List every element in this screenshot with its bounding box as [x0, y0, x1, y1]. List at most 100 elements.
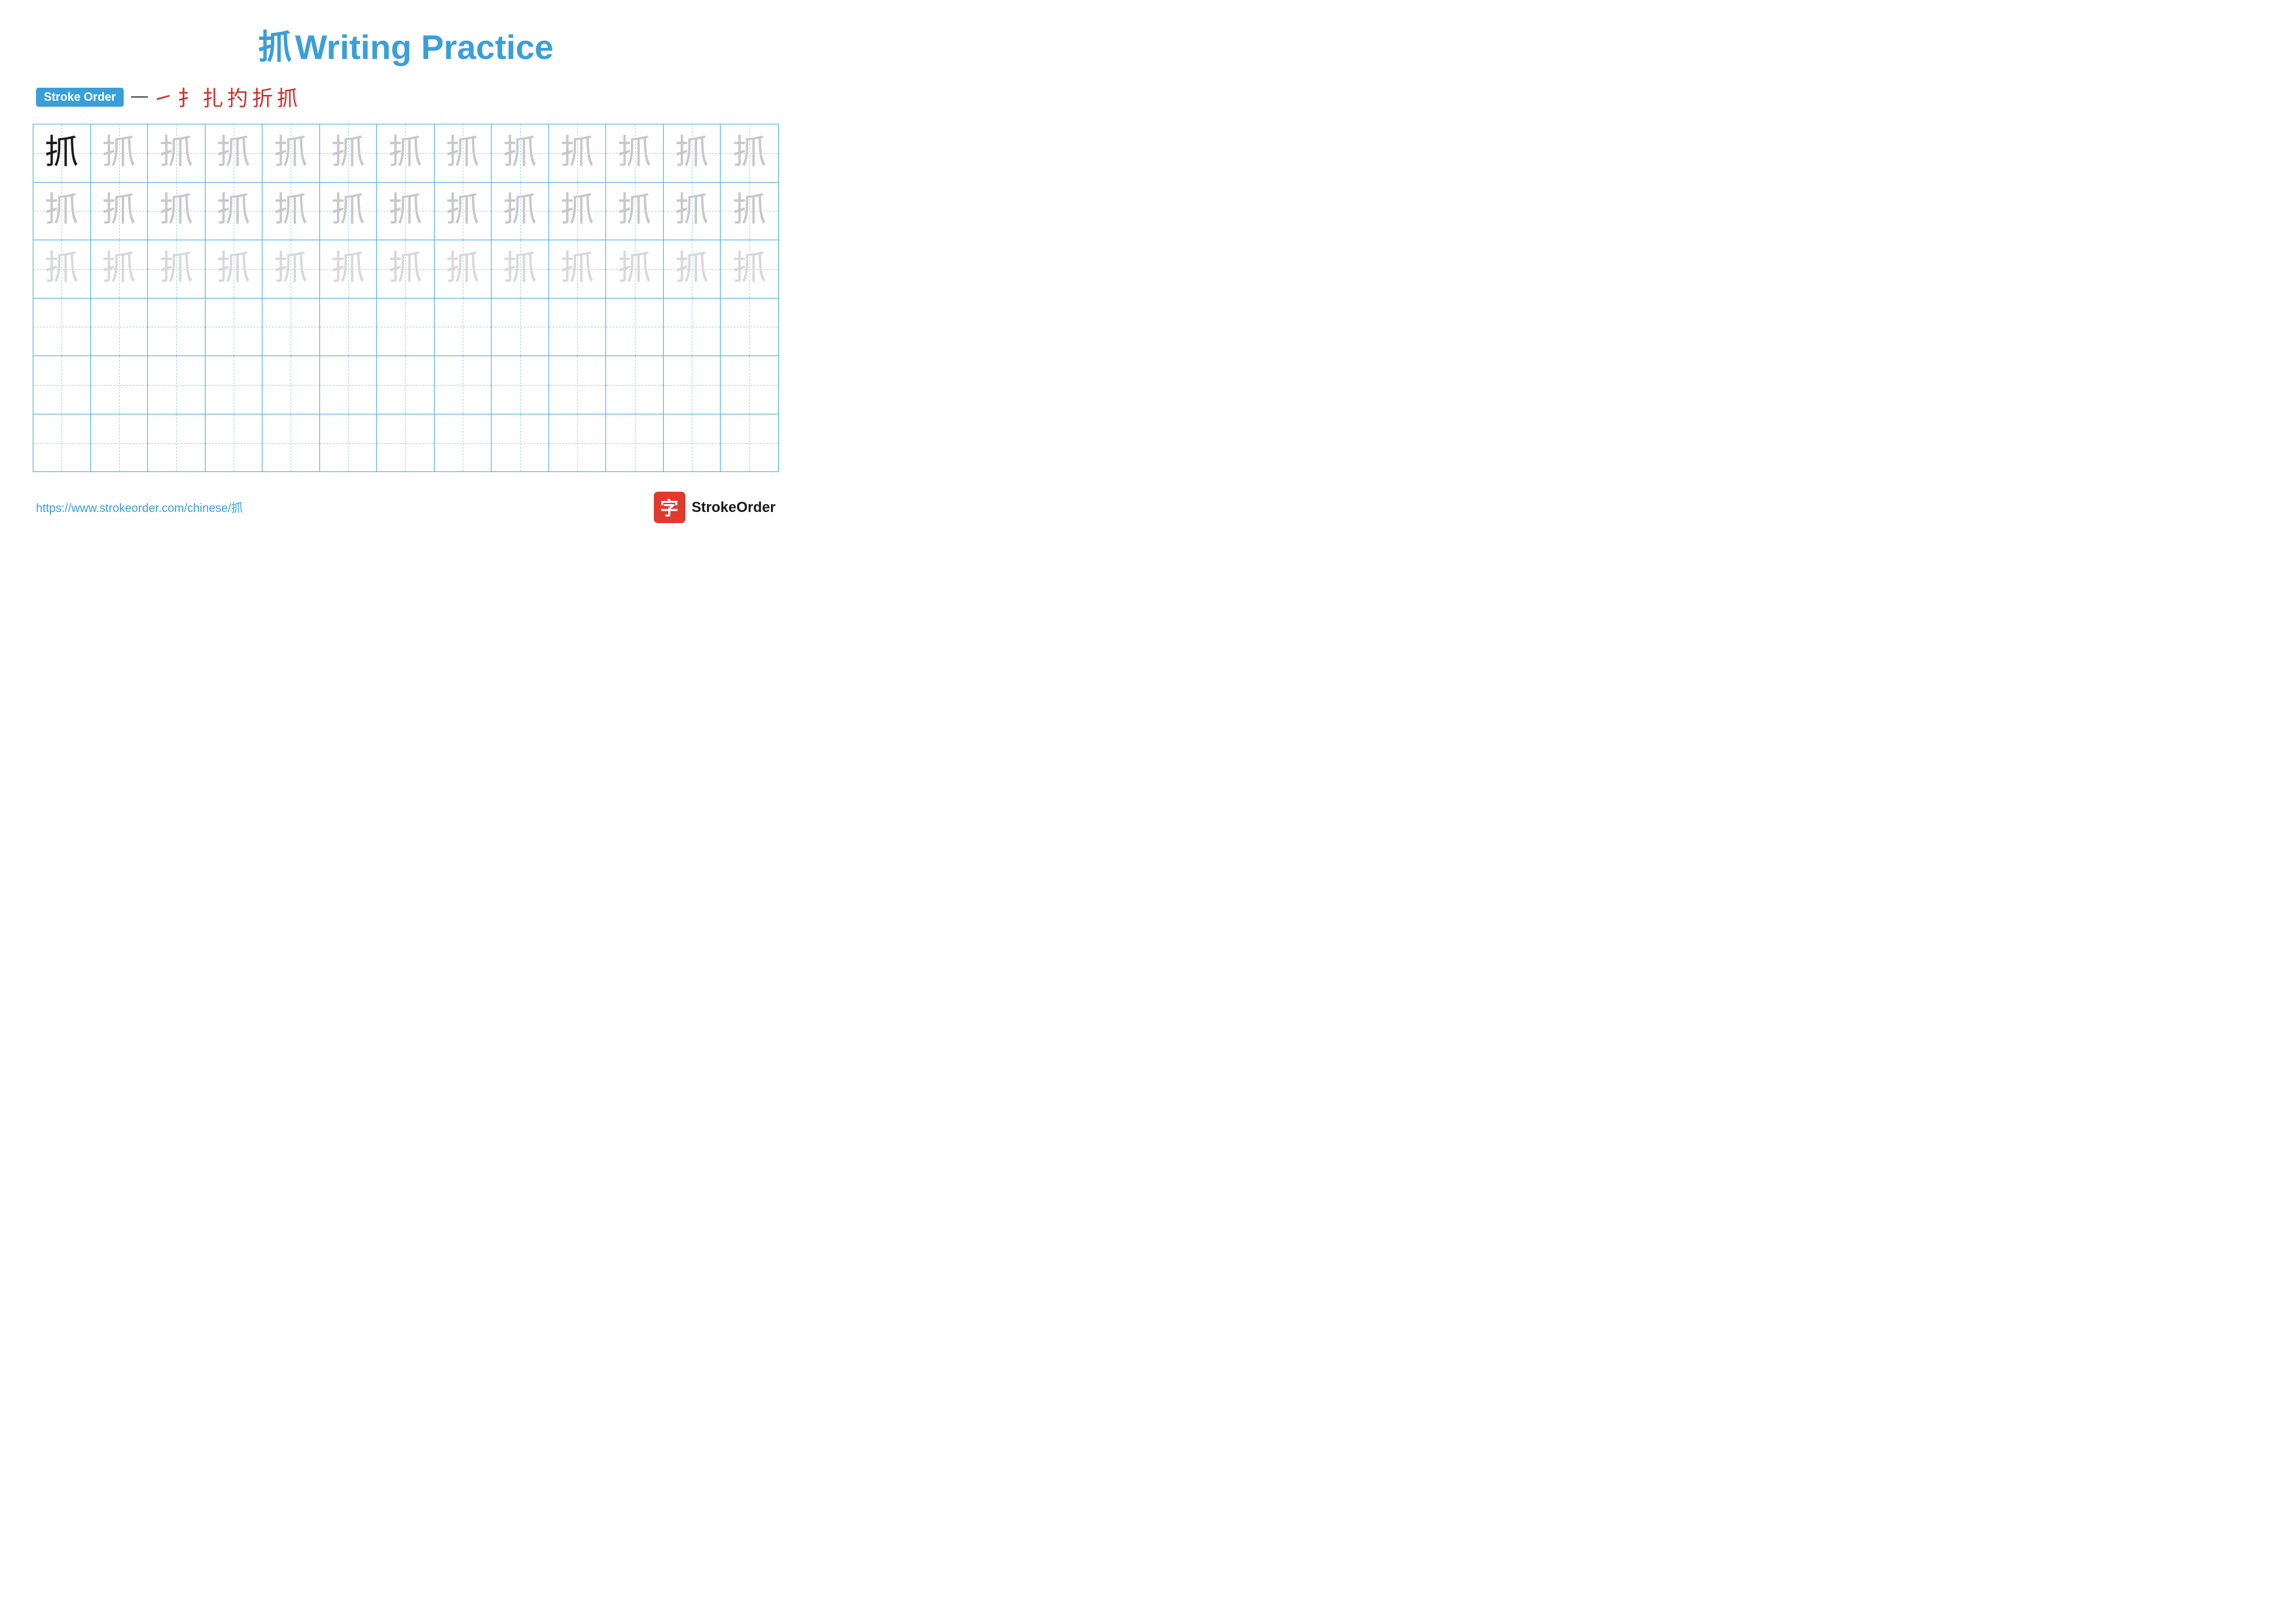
grid-cell-r2-c11[interactable]: 抓 — [606, 183, 664, 240]
brand-name: StrokeOrder — [692, 499, 776, 516]
grid-cell-r6-c4[interactable] — [206, 414, 263, 472]
grid-cell-r5-c10[interactable] — [549, 356, 607, 414]
grid-cell-r4-c3[interactable] — [148, 299, 206, 356]
grid-cell-r4-c7[interactable] — [377, 299, 435, 356]
grid-cell-r3-c5[interactable]: 抓 — [262, 240, 320, 298]
grid-cell-r3-c1[interactable]: 抓 — [33, 240, 91, 298]
grid-cell-r1-c11[interactable]: 抓 — [606, 124, 664, 182]
stroke-order-chars: 一 ㇀ 扌 扎 扚 折 抓 — [130, 82, 298, 112]
grid-cell-r1-c6[interactable]: 抓 — [320, 124, 378, 182]
grid-cell-r4-c9[interactable] — [492, 299, 549, 356]
stroke-6: 抓 — [277, 82, 298, 112]
grid-cell-r5-c5[interactable] — [262, 356, 320, 414]
grid-cell-r5-c1[interactable] — [33, 356, 91, 414]
title-english: Writing Practice — [295, 29, 554, 67]
grid-cell-r1-c5[interactable]: 抓 — [262, 124, 320, 182]
grid-cell-r6-c12[interactable] — [664, 414, 721, 472]
grid-cell-r2-c5[interactable]: 抓 — [262, 183, 320, 240]
grid-cell-r3-c11[interactable]: 抓 — [606, 240, 664, 298]
grid-cell-r4-c1[interactable] — [33, 299, 91, 356]
title-area: 抓 Writing Practice — [33, 20, 779, 69]
grid-cell-r2-c9[interactable]: 抓 — [492, 183, 549, 240]
grid-cell-r5-c7[interactable] — [377, 356, 435, 414]
stroke-2: 扌 — [177, 82, 198, 112]
grid-cell-r2-c3[interactable]: 抓 — [148, 183, 206, 240]
grid-cell-r4-c6[interactable] — [320, 299, 378, 356]
grid-cell-r6-c2[interactable] — [91, 414, 149, 472]
grid-cell-r1-c12[interactable]: 抓 — [664, 124, 721, 182]
grid-cell-r6-c3[interactable] — [148, 414, 206, 472]
grid-cell-r6-c10[interactable] — [549, 414, 607, 472]
grid-cell-r6-c1[interactable] — [33, 414, 91, 472]
grid-cell-r3-c6[interactable]: 抓 — [320, 240, 378, 298]
grid-cell-r3-c12[interactable]: 抓 — [664, 240, 721, 298]
grid-cell-r6-c6[interactable] — [320, 414, 378, 472]
grid-cell-r3-c4[interactable]: 抓 — [206, 240, 263, 298]
grid-cell-r2-c2[interactable]: 抓 — [91, 183, 149, 240]
grid-cell-r3-c9[interactable]: 抓 — [492, 240, 549, 298]
grid-cell-r4-c12[interactable] — [664, 299, 721, 356]
stroke-1: ㇀ — [152, 82, 173, 112]
stroke-dash: 一 — [130, 84, 149, 110]
grid-cell-r6-c9[interactable] — [492, 414, 549, 472]
grid-cell-r4-c11[interactable] — [606, 299, 664, 356]
grid-row-5 — [33, 356, 778, 414]
grid-cell-r6-c13[interactable] — [721, 414, 778, 472]
grid-cell-r2-c12[interactable]: 抓 — [664, 183, 721, 240]
grid-cell-r1-c7[interactable]: 抓 — [377, 124, 435, 182]
stroke-4: 扚 — [227, 82, 248, 112]
practice-grid[interactable]: 抓 抓 抓 抓 抓 抓 抓 抓 抓 抓 抓 抓 抓 抓 抓 抓 抓 抓 抓 抓 … — [33, 124, 779, 472]
title-chinese: 抓 — [258, 29, 292, 67]
grid-cell-r6-c7[interactable] — [377, 414, 435, 472]
stroke-5: 折 — [252, 82, 273, 112]
grid-cell-r1-c3[interactable]: 抓 — [148, 124, 206, 182]
grid-cell-r3-c7[interactable]: 抓 — [377, 240, 435, 298]
grid-cell-r5-c4[interactable] — [206, 356, 263, 414]
grid-cell-r2-c13[interactable]: 抓 — [721, 183, 778, 240]
grid-cell-r5-c11[interactable] — [606, 356, 664, 414]
grid-cell-r1-c2[interactable]: 抓 — [91, 124, 149, 182]
grid-cell-r3-c10[interactable]: 抓 — [549, 240, 607, 298]
grid-cell-r4-c13[interactable] — [721, 299, 778, 356]
brand: 字 StrokeOrder — [654, 492, 776, 523]
grid-cell-r2-c1[interactable]: 抓 — [33, 183, 91, 240]
grid-cell-r6-c8[interactable] — [435, 414, 492, 472]
grid-cell-r4-c2[interactable] — [91, 299, 149, 356]
grid-cell-r2-c8[interactable]: 抓 — [435, 183, 492, 240]
footer-url[interactable]: https://www.strokeorder.com/chinese/抓 — [36, 499, 243, 516]
grid-cell-r6-c11[interactable] — [606, 414, 664, 472]
grid-cell-r1-c4[interactable]: 抓 — [206, 124, 263, 182]
stroke-order-row: Stroke Order 一 ㇀ 扌 扎 扚 折 抓 — [33, 82, 779, 112]
grid-cell-r5-c12[interactable] — [664, 356, 721, 414]
grid-cell-r3-c2[interactable]: 抓 — [91, 240, 149, 298]
grid-cell-r3-c13[interactable]: 抓 — [721, 240, 778, 298]
grid-cell-r1-c10[interactable]: 抓 — [549, 124, 607, 182]
grid-cell-r6-c5[interactable] — [262, 414, 320, 472]
grid-cell-r2-c10[interactable]: 抓 — [549, 183, 607, 240]
grid-cell-r4-c4[interactable] — [206, 299, 263, 356]
grid-cell-r3-c8[interactable]: 抓 — [435, 240, 492, 298]
stroke-order-badge: Stroke Order — [36, 88, 124, 107]
grid-cell-r3-c3[interactable]: 抓 — [148, 240, 206, 298]
grid-row-1: 抓 抓 抓 抓 抓 抓 抓 抓 抓 抓 抓 抓 抓 — [33, 124, 778, 183]
grid-cell-r5-c3[interactable] — [148, 356, 206, 414]
grid-cell-r5-c9[interactable] — [492, 356, 549, 414]
grid-row-3: 抓 抓 抓 抓 抓 抓 抓 抓 抓 抓 抓 抓 抓 — [33, 240, 778, 299]
stroke-3: 扎 — [202, 82, 223, 112]
grid-cell-r2-c6[interactable]: 抓 — [320, 183, 378, 240]
grid-cell-r4-c10[interactable] — [549, 299, 607, 356]
grid-cell-r2-c4[interactable]: 抓 — [206, 183, 263, 240]
grid-cell-r4-c5[interactable] — [262, 299, 320, 356]
grid-cell-r2-c7[interactable]: 抓 — [377, 183, 435, 240]
char-dark: 抓 — [45, 136, 79, 170]
grid-cell-r5-c13[interactable] — [721, 356, 778, 414]
grid-cell-r1-c9[interactable]: 抓 — [492, 124, 549, 182]
grid-cell-r1-c8[interactable]: 抓 — [435, 124, 492, 182]
grid-cell-r4-c8[interactable] — [435, 299, 492, 356]
grid-cell-r5-c2[interactable] — [91, 356, 149, 414]
grid-cell-r5-c8[interactable] — [435, 356, 492, 414]
grid-cell-r5-c6[interactable] — [320, 356, 378, 414]
grid-cell-r1-c1[interactable]: 抓 — [33, 124, 91, 182]
grid-cell-r1-c13[interactable]: 抓 — [721, 124, 778, 182]
brand-icon: 字 — [654, 492, 685, 523]
